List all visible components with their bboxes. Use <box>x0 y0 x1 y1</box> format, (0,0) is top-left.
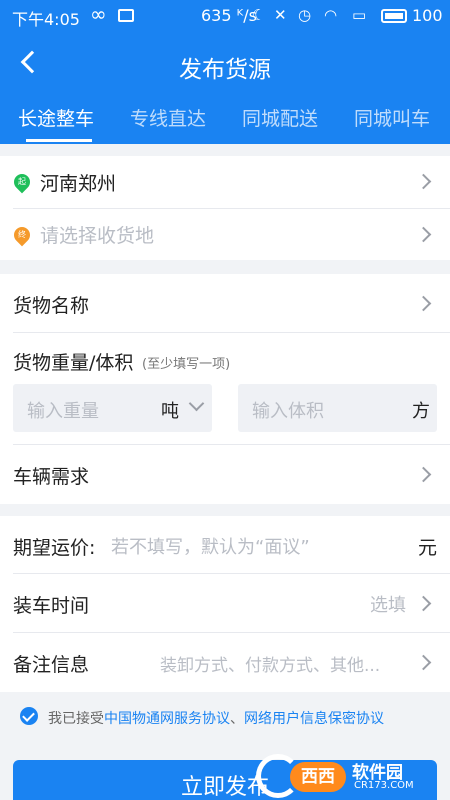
destination-placeholder: 请选择收货地 <box>40 225 155 247</box>
tab-dedicated-line[interactable]: 专线直达 <box>130 104 206 131</box>
volume-placeholder: 输入体积 <box>252 401 324 422</box>
loading-time-label: 装车时间 <box>13 595 90 617</box>
origin-value: 河南郑州 <box>40 173 117 195</box>
agreement-checkbox[interactable] <box>20 707 38 725</box>
active-tab-indicator <box>26 139 92 142</box>
volume-input[interactable]: 输入体积 方 <box>238 384 437 432</box>
destination-pin-icon: 终 <box>10 223 34 247</box>
chevron-right-icon <box>415 295 432 312</box>
screen-icon: ▭ <box>352 6 367 24</box>
privacy-agreement-link[interactable]: 网络用户信息保密协议 <box>244 711 384 727</box>
weight-input[interactable]: 输入重量 吨 <box>13 384 212 432</box>
watermark-badge: 西西 <box>290 762 346 792</box>
status-time: 下午4:05 <box>12 10 80 29</box>
page-title: 发布货源 <box>179 57 271 83</box>
price-label: 期望运价: <box>13 537 96 559</box>
divider <box>13 332 450 333</box>
tab-city-delivery[interactable]: 同城配送 <box>242 104 318 131</box>
vehicle-row[interactable]: 车辆需求 <box>0 445 450 504</box>
tab-city-call[interactable]: 同城叫车 <box>354 104 430 131</box>
infinity-icon: ∞ <box>90 2 107 26</box>
chevron-right-icon <box>415 173 432 190</box>
price-placeholder: 若不填写，默认为“面议” <box>111 537 310 558</box>
chevron-right-icon <box>415 466 432 483</box>
vehicle-label: 车辆需求 <box>13 466 90 488</box>
tab-long-distance[interactable]: 长途整车 <box>18 104 94 131</box>
chevron-right-icon <box>415 654 432 671</box>
destination-row[interactable]: 终 请选择收货地 <box>0 209 450 260</box>
notes-row[interactable]: 备注信息 装卸方式、付款方式、其他... <box>0 633 450 692</box>
weight-placeholder: 输入重量 <box>27 401 99 422</box>
mute-icon: ✕ <box>274 6 287 24</box>
price-row[interactable]: 期望运价: 若不填写，默认为“面议” 元 <box>0 516 450 573</box>
loading-time-placeholder: 选填 <box>370 595 406 616</box>
volume-unit: 方 <box>412 401 430 422</box>
weight-unit: 吨 <box>161 401 179 422</box>
tab-bar: 长途整车 专线直达 同城配送 同城叫车 <box>0 104 450 144</box>
weight-volume-hint: (至少填写一项) <box>142 357 231 372</box>
chevron-down-icon[interactable] <box>188 395 205 412</box>
agreement-prefix: 我已接受 <box>48 711 104 727</box>
wifi-icon: ◠ <box>324 6 338 24</box>
agreement-separator: 、 <box>230 711 244 727</box>
agreement-text: 我已接受中国物通网服务协议、网络用户信息保密协议 <box>48 708 384 728</box>
watermark-logo: 西西 软件园 CR173.COM <box>256 752 436 800</box>
price-unit: 元 <box>418 537 438 559</box>
origin-pin-icon: 起 <box>10 170 34 194</box>
service-agreement-link[interactable]: 中国物通网服务协议 <box>104 711 230 727</box>
details-card: 期望运价: 若不填写，默认为“面议” 元 装车时间 选填 备注信息 装卸方式、付… <box>0 516 450 692</box>
cargo-name-row[interactable]: 货物名称 <box>0 274 450 332</box>
weight-volume-label: 货物重量/体积 <box>13 352 134 374</box>
battery-level: 100 <box>412 6 443 25</box>
notes-placeholder: 装卸方式、付款方式、其他... <box>160 656 381 676</box>
moon-icon: ☾ <box>252 6 266 24</box>
alarm-icon: ◷ <box>298 6 312 24</box>
app-header: 下午4:05 ∞ 635 ᴷ/s ☾ ✕ ◷ ◠ ▭ 100 发布货源 长途整车… <box>0 0 450 144</box>
loading-time-row[interactable]: 装车时间 选填 <box>0 574 450 632</box>
image-icon <box>118 9 134 22</box>
origin-row[interactable]: 起 河南郑州 <box>0 156 450 208</box>
chevron-right-icon <box>415 226 432 243</box>
chevron-right-icon <box>415 595 432 612</box>
watermark-sub: CR173.COM <box>354 780 414 791</box>
network-speed: 635 ᴷ/s <box>201 6 257 25</box>
route-card: 起 河南郑州 终 请选择收货地 <box>0 156 450 260</box>
battery-icon <box>381 9 407 23</box>
status-bar: 下午4:05 ∞ 635 ᴷ/s ☾ ✕ ◷ ◠ ▭ 100 <box>0 0 450 32</box>
cargo-name-label: 货物名称 <box>13 295 90 317</box>
notes-label: 备注信息 <box>13 654 90 676</box>
